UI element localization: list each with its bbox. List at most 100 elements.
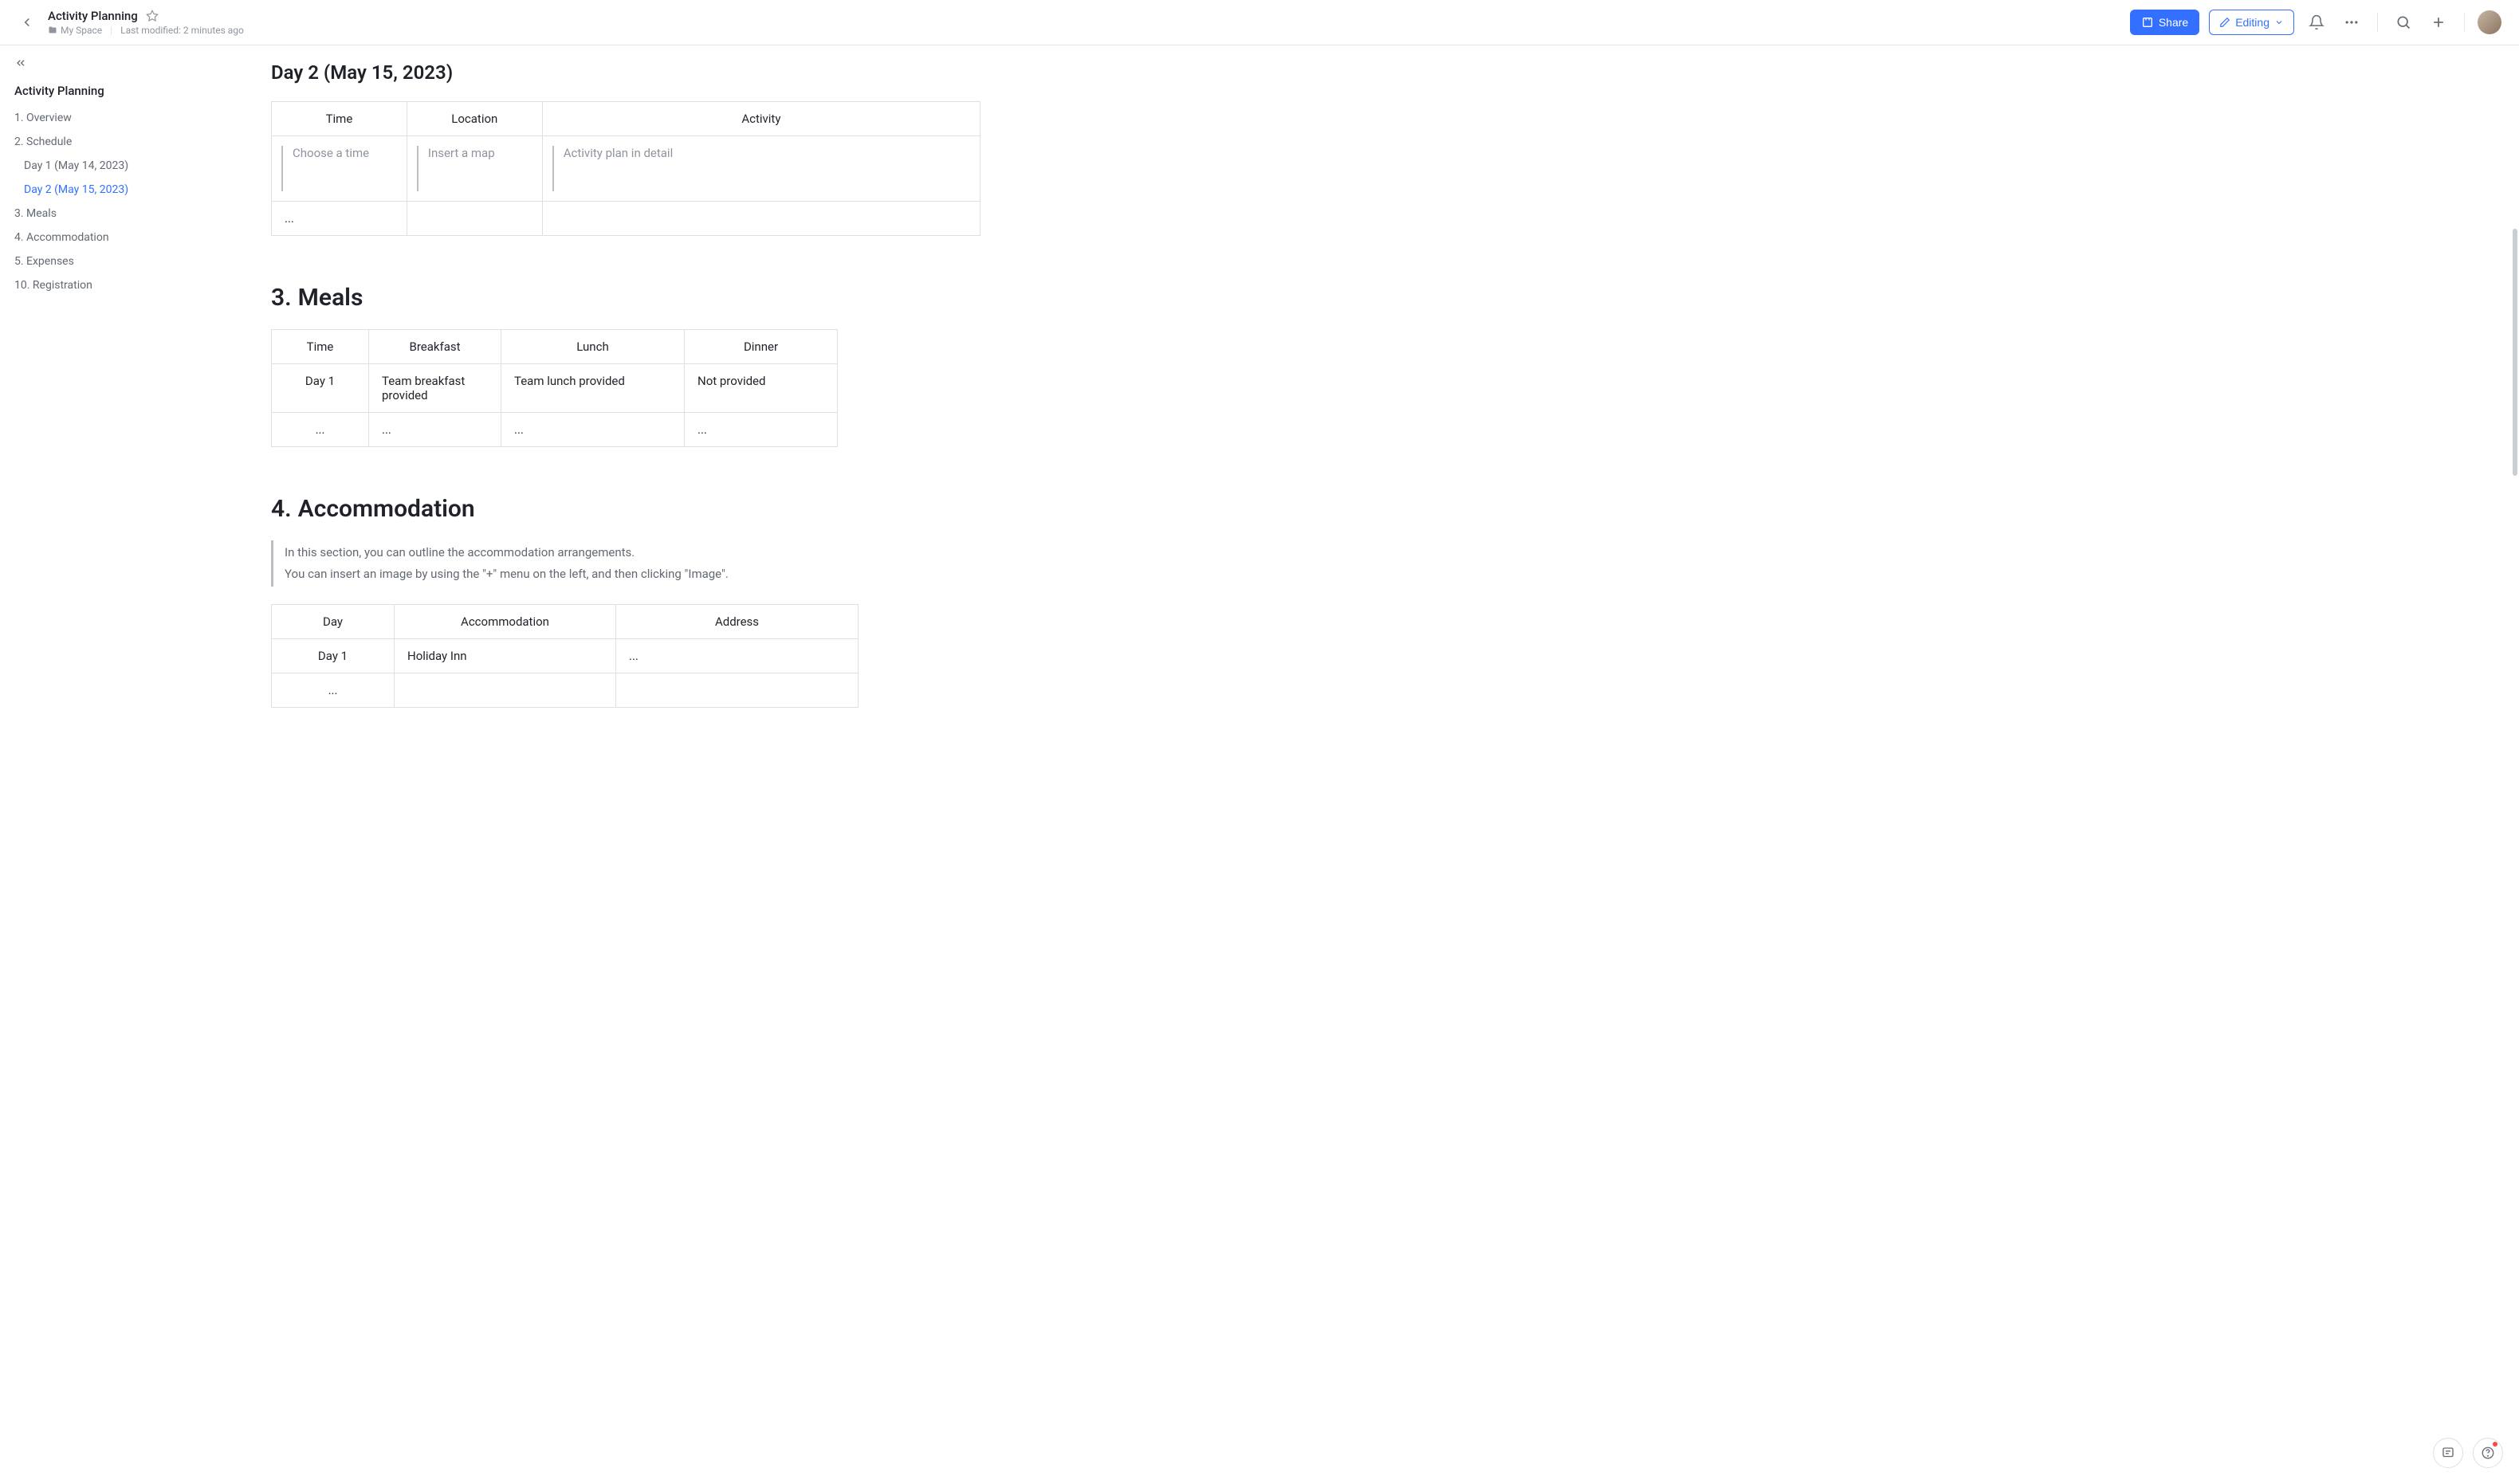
meals-cell-1-1[interactable]: ...	[369, 413, 501, 447]
more-horizontal-icon	[2344, 14, 2360, 30]
meals-heading[interactable]: 3.Meals	[271, 284, 988, 312]
star-icon[interactable]	[146, 10, 159, 22]
meals-cell-0-2[interactable]: Team lunch provided	[501, 364, 685, 413]
comments-button[interactable]	[2433, 1438, 2463, 1468]
collapse-sidebar-button[interactable]	[14, 57, 27, 73]
th-day[interactable]: Day	[272, 605, 395, 639]
cell-time-placeholder[interactable]: Choose a time	[272, 136, 407, 202]
last-modified: Last modified: 2 minutes ago	[120, 25, 244, 36]
title-row: Activity Planning	[48, 9, 244, 23]
th-accom[interactable]: Accommodation	[395, 605, 616, 639]
th-breakfast[interactable]: Breakfast	[369, 330, 501, 364]
share-icon	[2141, 16, 2154, 29]
table-row: ............	[272, 413, 838, 447]
quote-line-2: You can insert an image by using the "+"…	[285, 563, 988, 585]
table-row: ...	[272, 673, 859, 708]
add-button[interactable]	[2426, 10, 2451, 35]
accom-cell-1-0[interactable]: ...	[272, 673, 395, 708]
toc-item-6[interactable]: 5. Expenses	[0, 249, 223, 273]
accom-heading-text: Accommodation	[298, 495, 475, 523]
quote-line-1: In this section, you can outline the acc…	[285, 542, 988, 563]
schedule-table[interactable]: Time Location Activity Choose a time Ins…	[271, 101, 980, 236]
toc-title[interactable]: Activity Planning	[0, 84, 223, 98]
folder-icon	[48, 26, 57, 35]
accom-cell-1-1[interactable]	[395, 673, 616, 708]
table-row: ...	[272, 202, 980, 236]
space-link[interactable]: My Space	[48, 25, 102, 36]
cell-activity-placeholder[interactable]: Activity plan in detail	[542, 136, 980, 202]
meals-cell-1-2[interactable]: ...	[501, 413, 685, 447]
help-icon	[2481, 1446, 2495, 1460]
table-row: Day 1Holiday Inn...	[272, 639, 859, 673]
notification-dot	[2493, 1442, 2497, 1447]
meals-cell-0-0[interactable]: Day 1	[272, 364, 369, 413]
accom-heading-num: 4.	[271, 495, 292, 523]
content-area[interactable]: Day 2 (May 15, 2023) Time Location Activ…	[223, 45, 2519, 1484]
toc-item-2[interactable]: Day 1 (May 14, 2023)	[0, 154, 223, 178]
main-layout: Activity Planning 1. Overview2. Schedule…	[0, 45, 2519, 1484]
th-dinner[interactable]: Dinner	[685, 330, 838, 364]
table-row: Choose a time Insert a map Activity plan…	[272, 136, 980, 202]
th-time[interactable]: Time	[272, 102, 407, 136]
cell-extra-1[interactable]	[407, 202, 542, 236]
header-left: Activity Planning My Space | Last modifi…	[18, 9, 244, 36]
editing-button[interactable]: Editing	[2209, 10, 2294, 35]
th-lunch[interactable]: Lunch	[501, 330, 685, 364]
meta-row: My Space | Last modified: 2 minutes ago	[48, 25, 244, 36]
meals-cell-1-3[interactable]: ...	[685, 413, 838, 447]
meals-cell-0-1[interactable]: Team breakfast provided	[369, 364, 501, 413]
header-right: Share Editing	[2130, 10, 2501, 35]
toc-item-4[interactable]: 3. Meals	[0, 202, 223, 226]
toc-item-3[interactable]: Day 2 (May 15, 2023)	[0, 178, 223, 202]
editing-label: Editing	[2235, 16, 2269, 29]
accom-cell-0-1[interactable]: Holiday Inn	[395, 639, 616, 673]
sidebar: Activity Planning 1. Overview2. Schedule…	[0, 45, 223, 1484]
accommodation-hint[interactable]: In this section, you can outline the acc…	[271, 540, 988, 587]
cell-extra-0[interactable]: ...	[272, 202, 407, 236]
accommodation-heading[interactable]: 4.Accommodation	[271, 495, 988, 523]
doc-title[interactable]: Activity Planning	[48, 9, 138, 23]
meals-table[interactable]: Time Breakfast Lunch Dinner Day 1Team br…	[271, 329, 838, 447]
toc-item-1[interactable]: 2. Schedule	[0, 130, 223, 154]
accom-cell-0-2[interactable]: ...	[616, 639, 859, 673]
header-divider	[2377, 13, 2378, 32]
user-avatar[interactable]	[2478, 10, 2501, 34]
chevrons-left-icon	[14, 57, 27, 69]
plus-icon	[2431, 14, 2446, 30]
more-button[interactable]	[2339, 10, 2364, 35]
header-divider-2	[2464, 13, 2465, 32]
table-header-row: Day Accommodation Address	[272, 605, 859, 639]
th-address[interactable]: Address	[616, 605, 859, 639]
content-inner: Day 2 (May 15, 2023) Time Location Activ…	[271, 61, 988, 708]
th-location[interactable]: Location	[407, 102, 542, 136]
help-button[interactable]	[2473, 1438, 2503, 1468]
cell-location-placeholder[interactable]: Insert a map	[407, 136, 542, 202]
comment-icon	[2441, 1446, 2455, 1460]
share-button[interactable]: Share	[2130, 10, 2199, 35]
toc-item-0[interactable]: 1. Overview	[0, 106, 223, 130]
cell-extra-2[interactable]	[542, 202, 980, 236]
pencil-icon	[2219, 17, 2230, 28]
back-button[interactable]	[18, 13, 37, 32]
scrollbar-track[interactable]	[2511, 45, 2517, 1484]
accommodation-table[interactable]: Day Accommodation Address Day 1Holiday I…	[271, 604, 859, 708]
toc-item-7[interactable]: 10. Registration	[0, 273, 223, 297]
accom-cell-1-2[interactable]	[616, 673, 859, 708]
table-row: Day 1Team breakfast providedTeam lunch p…	[272, 364, 838, 413]
day2-heading[interactable]: Day 2 (May 15, 2023)	[271, 61, 988, 84]
toc-list: 1. Overview2. ScheduleDay 1 (May 14, 202…	[0, 106, 223, 297]
accom-cell-0-0[interactable]: Day 1	[272, 639, 395, 673]
scrollbar-thumb[interactable]	[2513, 229, 2517, 476]
search-button[interactable]	[2391, 10, 2416, 35]
notifications-button[interactable]	[2304, 10, 2329, 35]
meals-cell-0-3[interactable]: Not provided	[685, 364, 838, 413]
table-header-row: Time Breakfast Lunch Dinner	[272, 330, 838, 364]
meals-cell-1-0[interactable]: ...	[272, 413, 369, 447]
title-block: Activity Planning My Space | Last modifi…	[48, 9, 244, 36]
th-activity[interactable]: Activity	[542, 102, 980, 136]
search-icon	[2395, 14, 2411, 30]
toc-item-5[interactable]: 4. Accommodation	[0, 226, 223, 249]
bell-icon	[2309, 14, 2324, 30]
th-meals-time[interactable]: Time	[272, 330, 369, 364]
meals-heading-num: 3.	[271, 284, 292, 312]
